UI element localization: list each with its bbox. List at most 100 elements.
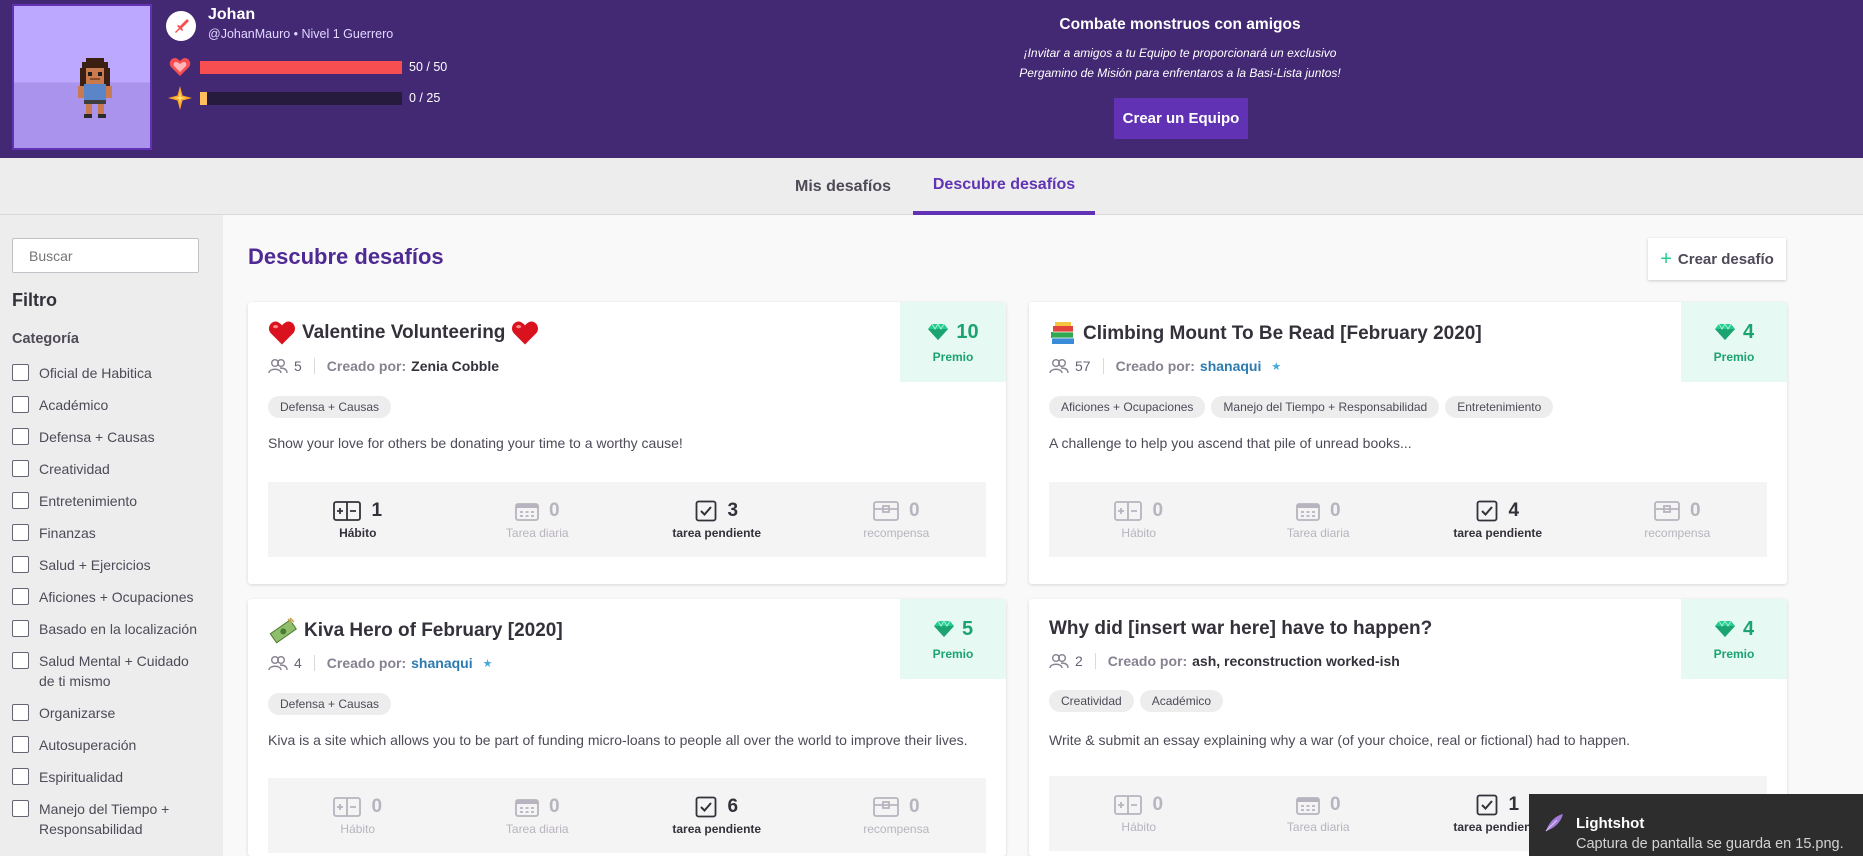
count-label: recompensa bbox=[863, 525, 930, 540]
prize-box: 10 Premio bbox=[900, 302, 1006, 382]
challenge-title-text: Valentine Volunteering bbox=[302, 322, 506, 343]
checkbox[interactable] bbox=[12, 524, 29, 541]
checkbox[interactable] bbox=[12, 556, 29, 573]
count-value: 0 bbox=[908, 795, 920, 817]
create-party-button[interactable]: Crear un Equipo bbox=[1114, 98, 1248, 139]
category-tag[interactable]: Entretenimiento bbox=[1445, 396, 1554, 418]
category-checkbox-item[interactable]: Salud Mental + Cuidado de ti mismo bbox=[12, 651, 202, 691]
checkbox[interactable] bbox=[12, 396, 29, 413]
reward-chest-icon bbox=[873, 796, 899, 817]
checkbox[interactable] bbox=[12, 428, 29, 445]
category-checkbox-item[interactable]: Manejo del Tiempo + Responsabilidad bbox=[12, 799, 192, 839]
checkbox[interactable] bbox=[12, 704, 29, 721]
category-label: Basado en la localización bbox=[39, 621, 197, 637]
category-tag[interactable]: Aficiones + Ocupaciones bbox=[1049, 396, 1206, 418]
daily-count: 0 Tarea diaria bbox=[1229, 482, 1409, 557]
category-checkbox-item[interactable]: Salud + Ejercicios bbox=[12, 555, 217, 575]
challenge-title[interactable]: Why did [insert war here] have to happen… bbox=[1049, 618, 1432, 640]
count-label: tarea pendiente bbox=[1453, 525, 1543, 540]
experience-bar bbox=[200, 92, 402, 105]
reward-count: 0 recompensa bbox=[807, 778, 987, 853]
todo-checkbox-icon bbox=[1477, 794, 1498, 815]
challenge-meta: 5 Creado por: Zenia Cobble bbox=[268, 358, 499, 374]
category-checkbox-item[interactable]: Organizarse bbox=[12, 703, 217, 723]
lightshot-notification[interactable]: Lightshot Captura de pantalla se guarda … bbox=[1529, 794, 1863, 856]
category-tag[interactable]: Creatividad bbox=[1049, 690, 1134, 712]
category-tag[interactable]: Manejo del Tiempo + Responsabilidad bbox=[1211, 396, 1440, 418]
member-count: 5 bbox=[294, 358, 302, 374]
category-label: Organizarse bbox=[39, 705, 116, 721]
books-icon bbox=[1051, 322, 1074, 344]
checkbox[interactable] bbox=[12, 800, 29, 817]
gem-icon bbox=[1714, 620, 1735, 637]
contributor-star-icon: ★ bbox=[482, 657, 493, 670]
challenge-leader[interactable]: shanaqui bbox=[411, 655, 472, 671]
challenge-card[interactable]: Valentine Volunteering 5 Creado por: Zen… bbox=[248, 302, 1006, 584]
category-checkbox-item[interactable]: Aficiones + Ocupaciones bbox=[12, 587, 217, 607]
challenge-leader[interactable]: ash, reconstruction worked-ish bbox=[1192, 653, 1400, 669]
count-value: 6 bbox=[727, 795, 739, 817]
checkbox[interactable] bbox=[12, 588, 29, 605]
checkbox[interactable] bbox=[12, 768, 29, 785]
reward-count: 0 recompensa bbox=[807, 482, 987, 557]
health-heart-icon bbox=[168, 55, 192, 79]
category-checkbox-item[interactable]: Académico bbox=[12, 395, 217, 415]
member-count: 2 bbox=[1075, 653, 1083, 669]
category-label: Académico bbox=[39, 397, 109, 413]
category-checkbox-item[interactable]: Espiritualidad bbox=[12, 767, 217, 787]
daily-count: 0 Tarea diaria bbox=[448, 778, 628, 853]
challenge-card[interactable]: Kiva Hero of February [2020] 4 Creado po… bbox=[248, 599, 1006, 856]
create-challenge-button[interactable]: + Crear desafío bbox=[1648, 238, 1786, 280]
count-label: tarea pendiente bbox=[672, 525, 762, 540]
challenge-card[interactable]: Climbing Mount To Be Read [February 2020… bbox=[1029, 302, 1787, 584]
search-input[interactable] bbox=[12, 238, 199, 273]
count-label: Tarea diaria bbox=[1286, 819, 1350, 834]
challenge-leader[interactable]: shanaqui bbox=[1200, 358, 1261, 374]
created-by-label: Creado por: bbox=[1107, 653, 1188, 669]
checkbox[interactable] bbox=[12, 364, 29, 381]
category-tag[interactable]: Defensa + Causas bbox=[268, 693, 392, 715]
challenge-meta: 57 Creado por: shanaqui ★ bbox=[1049, 358, 1281, 374]
category-tag[interactable]: Defensa + Causas bbox=[268, 396, 392, 418]
create-challenge-label: Crear desafío bbox=[1677, 250, 1774, 268]
checkbox[interactable] bbox=[12, 736, 29, 753]
warrior-class-icon bbox=[166, 11, 196, 41]
checkbox[interactable] bbox=[12, 460, 29, 477]
challenge-title[interactable]: Valentine Volunteering bbox=[268, 320, 539, 346]
tab-discover-challenges[interactable]: Descubre desafíos bbox=[913, 158, 1095, 215]
count-value: 4 bbox=[1508, 499, 1520, 521]
calendar-icon bbox=[515, 798, 539, 817]
habit-count: 0 Hábito bbox=[268, 778, 448, 853]
calendar-icon bbox=[1296, 796, 1320, 815]
category-checkbox-item[interactable]: Defensa + Causas bbox=[12, 427, 217, 447]
count-label: recompensa bbox=[1644, 525, 1711, 540]
category-tag[interactable]: Académico bbox=[1139, 690, 1224, 712]
divider bbox=[313, 655, 315, 671]
avatar[interactable] bbox=[12, 4, 152, 150]
checkbox[interactable] bbox=[12, 620, 29, 637]
prize-box: 4 Premio bbox=[1681, 302, 1787, 382]
habit-count: 1 Hábito bbox=[268, 482, 448, 557]
calendar-icon bbox=[515, 502, 539, 521]
category-checkbox-item[interactable]: Basado en la localización bbox=[12, 619, 217, 639]
habit-icon bbox=[1114, 794, 1143, 815]
tag-list: Aficiones + Ocupaciones Manejo del Tiemp… bbox=[1049, 396, 1554, 418]
challenge-title-text: Kiva Hero of February [2020] bbox=[304, 620, 563, 641]
challenge-title[interactable]: Kiva Hero of February [2020] bbox=[268, 617, 563, 645]
category-label: Autosuperación bbox=[39, 737, 137, 753]
todo-checkbox-icon bbox=[696, 796, 717, 817]
members-icon bbox=[1049, 359, 1069, 374]
challenge-title[interactable]: Climbing Mount To Be Read [February 2020… bbox=[1049, 320, 1482, 348]
category-checkbox-item[interactable]: Entretenimiento bbox=[12, 491, 217, 511]
category-checkbox-item[interactable]: Autosuperación bbox=[12, 735, 217, 755]
category-checkbox-item[interactable]: Creatividad bbox=[12, 459, 217, 479]
checkbox[interactable] bbox=[12, 652, 29, 669]
category-checkbox-item[interactable]: Finanzas bbox=[12, 523, 217, 543]
category-checkbox-item[interactable]: Oficial de Habitica bbox=[12, 363, 217, 383]
checkbox[interactable] bbox=[12, 492, 29, 509]
tab-my-challenges[interactable]: Mis desafíos bbox=[782, 158, 904, 215]
count-value: 0 bbox=[1329, 499, 1341, 521]
count-value: 0 bbox=[548, 795, 560, 817]
member-count: 57 bbox=[1075, 358, 1091, 374]
challenge-leader[interactable]: Zenia Cobble bbox=[411, 358, 499, 374]
